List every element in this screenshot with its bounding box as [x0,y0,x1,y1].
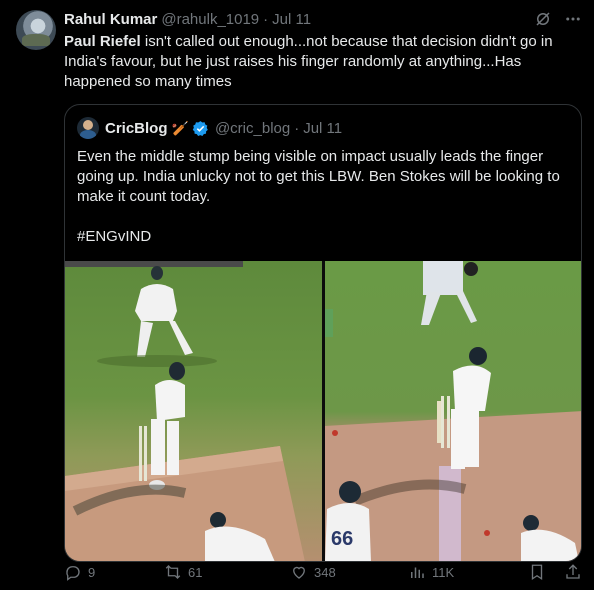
fielding-marker [325,309,333,337]
tweet-header: Rahul Kumar @rahulk_1019 · Jul 11 [64,10,582,30]
bookmark-button[interactable] [528,563,546,581]
verified-badge-icon [192,120,208,136]
stump [144,426,147,481]
author-handle[interactable]: @rahulk_1019 [161,10,259,30]
reply-button[interactable]: 9 [64,563,150,581]
tweet[interactable]: Rahul Kumar @rahulk_1019 · Jul 11 Paul R… [0,0,594,590]
quote-text: Even the middle stump being visible on i… [77,147,571,247]
like-count: 348 [314,564,336,580]
quote-hashtag[interactable]: #ENGvIND [77,227,571,247]
mention-bold: Paul Riefel [64,33,141,50]
cricket-scene-left [65,261,305,561]
quote-separator-dot: · [294,119,300,137]
heart-icon [293,566,305,579]
stump [139,426,142,481]
stump [441,396,444,448]
more-options-icon[interactable] [564,10,582,28]
stump [447,396,450,448]
cricket-emoji: 🏏 [171,119,189,136]
quote-date: Jul 11 [303,119,343,137]
retweet-count: 61 [188,564,203,580]
separator-dot: · [263,11,269,28]
quote-header: CricBlog 🏏 @cric_blog · Jul 11 [77,117,343,139]
fielder-figure [97,266,217,367]
views-icon [411,567,424,578]
bowler-figure-top [421,261,478,325]
ball-icon [484,530,490,536]
quote-media[interactable]: 66 [65,261,581,561]
views-count: 11K [432,564,455,580]
media-image-right[interactable]: 66 [325,261,581,561]
quote-body: Even the middle stump being visible on i… [77,148,560,205]
quote-avatar[interactable] [77,117,99,139]
bat [437,401,441,443]
retweet-button[interactable]: 61 [164,563,290,581]
grok-icon[interactable] [534,10,552,28]
media-image-left[interactable] [65,261,322,561]
quoted-tweet[interactable]: CricBlog 🏏 @cric_blog · Jul 11 Even the … [64,104,582,562]
share-icon [566,564,580,579]
cricket-scene-right: 66 [325,261,581,561]
reply-count: 9 [88,564,96,580]
tweet-date[interactable]: Jul 11 [272,10,311,30]
quote-author-name: CricBlog [105,119,168,137]
jersey-number: 66 [331,528,353,550]
header-icons [534,10,582,28]
reply-icon [66,566,80,581]
tweet-text: Paul Riefel isn't called out enough...no… [64,32,564,92]
quote-author-handle: @cric_blog [214,119,291,137]
tweet-content: Rahul Kumar @rahulk_1019 · Jul 11 Paul R… [64,10,582,562]
tweet-actions: 9 61 348 11K [64,562,582,582]
share-button[interactable] [564,563,582,581]
bookmark-icon [531,564,543,581]
retweet-icon [165,565,181,579]
ball-icon [332,430,338,436]
author-avatar[interactable] [16,10,56,50]
like-button[interactable]: 348 [290,563,408,581]
author-name[interactable]: Rahul Kumar [64,10,157,30]
views-button[interactable]: 11K [408,563,504,581]
